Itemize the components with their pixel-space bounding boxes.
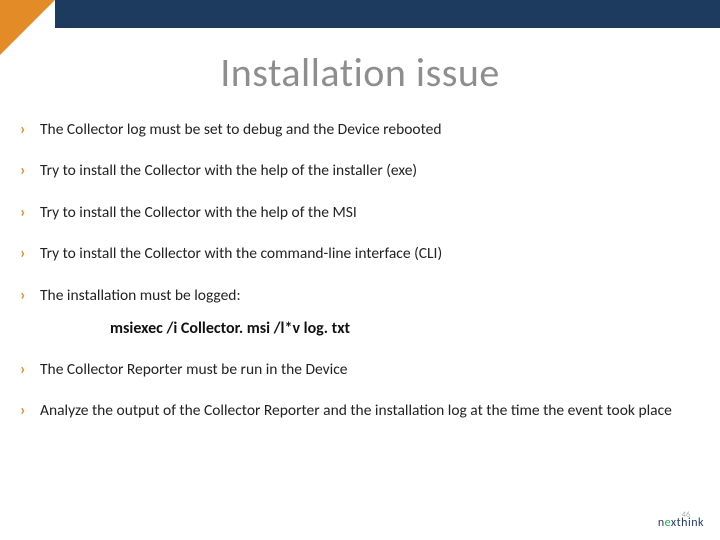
bullet-text: Try to install the Collector with the he… (40, 161, 690, 180)
bullet-item: › Try to install the Collector with the … (20, 203, 690, 222)
bullet-text: Analyze the output of the Collector Repo… (40, 401, 690, 420)
chevron-right-icon: › (20, 360, 40, 379)
bullet-text: The Collector Reporter must be run in th… (40, 360, 690, 379)
bullet-item: › The Collector log must be set to debug… (20, 120, 690, 139)
chevron-right-icon: › (20, 203, 40, 222)
chevron-right-icon: › (20, 161, 40, 180)
bullet-item: › Analyze the output of the Collector Re… (20, 401, 690, 420)
bullet-item: › The Collector Reporter must be run in … (20, 360, 690, 379)
bullet-item: › The installation must be logged: (20, 286, 690, 305)
bullet-item: › Try to install the Collector with the … (20, 244, 690, 263)
corner-accent (0, 0, 55, 55)
top-bar (55, 0, 720, 28)
slide-body: › The Collector log must be set to debug… (20, 120, 690, 443)
chevron-right-icon: › (20, 120, 40, 139)
bullet-item: › Try to install the Collector with the … (20, 161, 690, 180)
brand-logo: nexthink (658, 516, 704, 530)
bullet-text: The Collector log must be set to debug a… (40, 120, 690, 139)
brand-text: n (658, 516, 665, 530)
bullet-text: Try to install the Collector with the he… (40, 203, 690, 222)
chevron-right-icon: › (20, 286, 40, 305)
bullet-text: The installation must be logged: (40, 286, 690, 305)
slide-title: Installation issue (0, 48, 720, 97)
chevron-right-icon: › (20, 244, 40, 263)
bullet-text: Try to install the Collector with the co… (40, 244, 690, 263)
chevron-right-icon: › (20, 401, 40, 420)
brand-text: xthink (671, 516, 704, 530)
command-text: msiexec /i Collector. msi /l*v log. txt (110, 319, 690, 338)
